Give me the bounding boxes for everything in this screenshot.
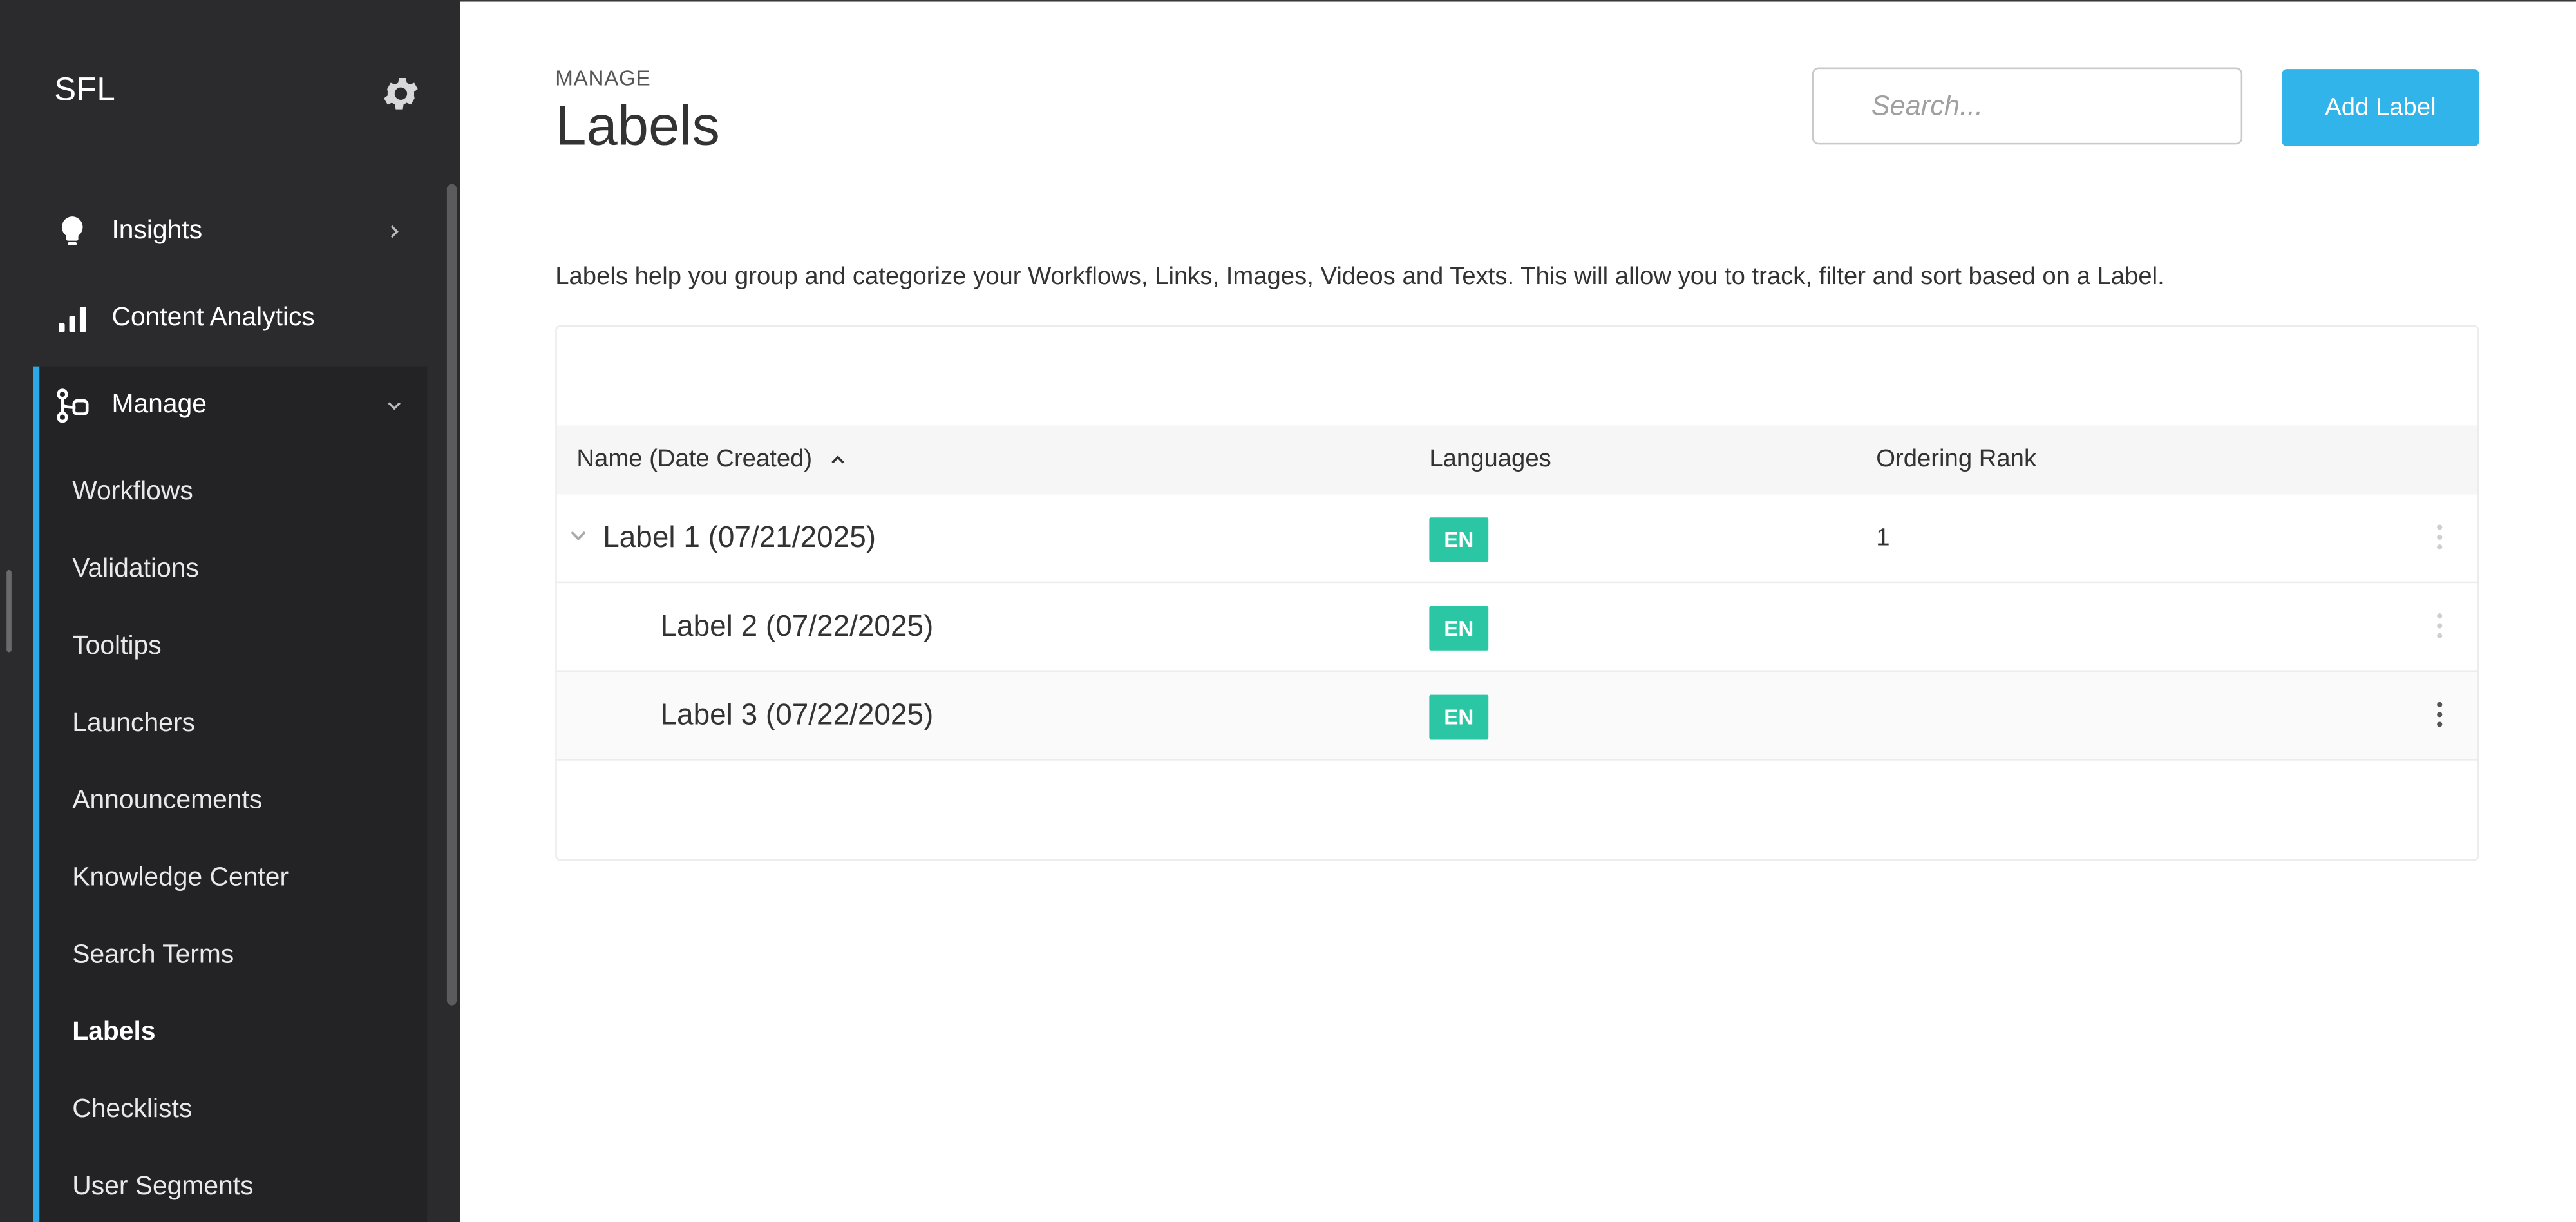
breadcrumb: MANAGE: [555, 66, 651, 91]
sidebar-item-content-analytics[interactable]: Content Analytics: [33, 280, 427, 358]
sidebar-item-label: Manage: [111, 390, 207, 419]
column-header-name[interactable]: Name (Date Created): [576, 445, 845, 474]
column-header-ordering-rank[interactable]: Ordering Rank: [1876, 445, 2036, 473]
page-title: Labels: [555, 95, 720, 158]
app-title: SFL: [54, 72, 116, 109]
sidebar-subitem-checklists[interactable]: Checklists: [72, 1096, 192, 1125]
add-label-button[interactable]: Add Label: [2282, 69, 2479, 146]
sidebar-header: SFL: [0, 0, 460, 184]
language-badge: EN: [1429, 517, 1489, 562]
column-header-languages[interactable]: Languages: [1429, 445, 1551, 473]
more-options-icon[interactable]: [2430, 609, 2450, 642]
table-row[interactable]: Label 2 (07/22/2025) EN: [556, 583, 2477, 672]
sidebar-subitem-tooltips[interactable]: Tooltips: [72, 633, 161, 662]
label-name: Label 2 (07/22/2025): [660, 609, 934, 643]
sidebar-subitem-announcements[interactable]: Announcements: [72, 787, 262, 816]
lightbulb-icon: [53, 212, 92, 251]
chevron-down-icon[interactable]: [567, 524, 590, 547]
gear-icon[interactable]: [379, 72, 422, 115]
sidebar-item-label: Insights: [111, 216, 203, 245]
sidebar-item-insights[interactable]: Insights: [33, 192, 427, 271]
more-options-icon[interactable]: [2430, 520, 2450, 553]
more-options-icon[interactable]: [2430, 698, 2450, 731]
table-row[interactable]: Label 3 (07/22/2025) EN: [556, 671, 2477, 761]
chevron-right-icon: [384, 222, 404, 242]
page-description: Labels help you group and categorize you…: [555, 263, 2164, 291]
resize-handle[interactable]: [6, 569, 12, 653]
bar-chart-icon: [53, 299, 92, 338]
sidebar-subitem-knowledge-center[interactable]: Knowledge Center: [72, 864, 289, 893]
sidebar-subitem-launchers[interactable]: Launchers: [72, 710, 195, 740]
labels-table: Name (Date Created) Languages Ordering R…: [555, 325, 2479, 861]
sidebar-scrollbar[interactable]: [446, 184, 457, 1006]
sidebar-subitem-search-terms[interactable]: Search Terms: [72, 941, 234, 971]
sidebar-subitem-workflows[interactable]: Workflows: [72, 478, 193, 508]
sidebar-subitem-validations[interactable]: Validations: [72, 555, 199, 585]
sidebar-item-label: Content Analytics: [111, 303, 315, 332]
language-badge: EN: [1429, 694, 1489, 740]
chevron-down-icon: [384, 396, 404, 416]
language-badge: EN: [1429, 606, 1489, 651]
sidebar-subitem-user-segments[interactable]: User Segments: [72, 1173, 253, 1203]
ordering-rank: 1: [1876, 524, 1890, 552]
manage-icon: [53, 386, 92, 425]
sidebar-item-manage[interactable]: Manage: [33, 367, 427, 445]
sidebar: SFL Insights Content Analytics Manage Wo…: [0, 0, 460, 1222]
search-input[interactable]: [1812, 67, 2243, 145]
table-row[interactable]: Label 1 (07/21/2025) EN 1: [556, 494, 2477, 584]
label-name: Label 3 (07/22/2025): [660, 698, 934, 731]
sort-ascending-icon[interactable]: [829, 446, 846, 473]
sidebar-subitem-labels[interactable]: Labels: [72, 1018, 155, 1048]
column-header-name-label: Name (Date Created): [576, 445, 813, 473]
app-window: SFL Insights Content Analytics Manage Wo…: [0, 0, 2576, 1222]
table-header: Name (Date Created) Languages Ordering R…: [556, 425, 2477, 495]
label-name: Label 1 (07/21/2025): [603, 520, 876, 554]
